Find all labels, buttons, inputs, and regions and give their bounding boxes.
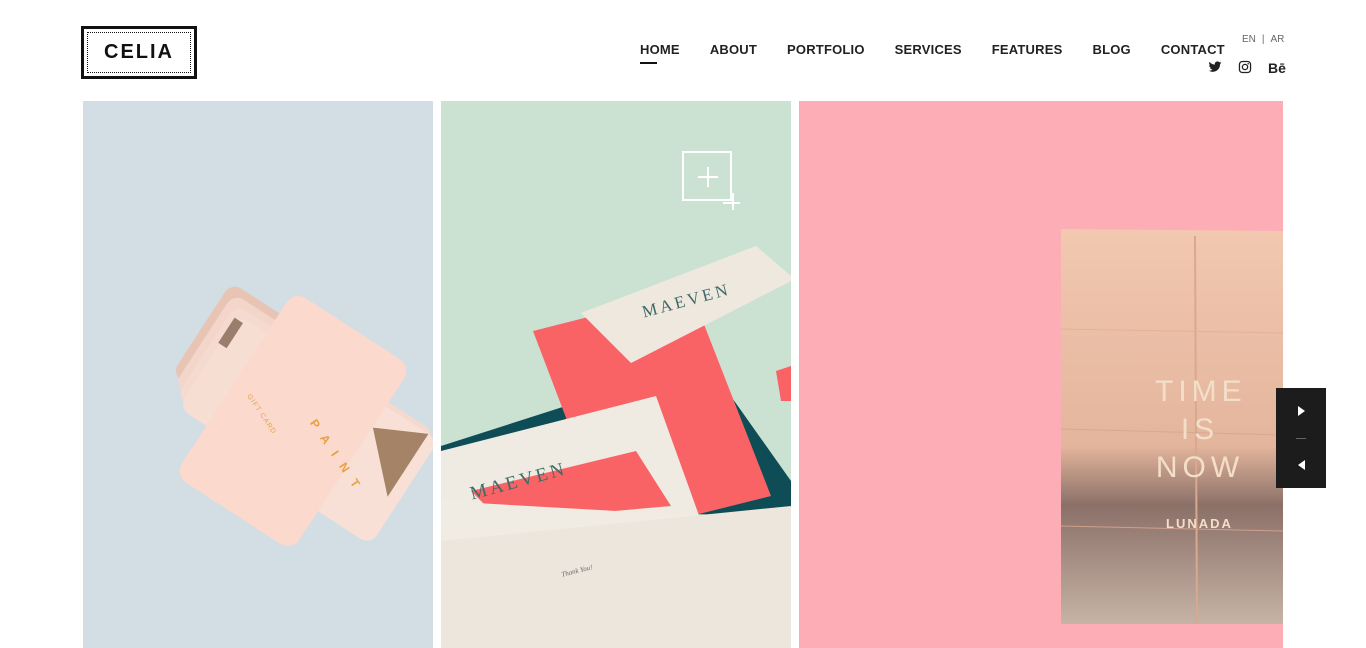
nav-about[interactable]: ABOUT <box>710 42 757 57</box>
poster-line-now: NOW <box>1155 451 1245 484</box>
maeven-image <box>441 246 791 648</box>
nav-contact[interactable]: CONTACT <box>1161 42 1225 57</box>
arrow-divider <box>1296 437 1306 439</box>
lang-separator: | <box>1261 34 1265 45</box>
nav-features[interactable]: FEATURES <box>992 42 1063 57</box>
gift-card-image <box>176 286 433 547</box>
poster-brand: LUNADA <box>1166 516 1233 531</box>
twitter-icon[interactable] <box>1208 60 1224 76</box>
poster-line-time: TIME <box>1155 375 1247 408</box>
slider-arrows <box>1276 388 1326 488</box>
prev-arrow-icon[interactable] <box>1297 460 1305 470</box>
logo-text: CELIA <box>104 41 174 63</box>
social-links: Bē <box>1208 60 1286 76</box>
plus-decoration-icon <box>723 193 743 213</box>
portfolio-item-maeven[interactable]: MAEVEN MAEVEN Thank You! <box>441 101 791 648</box>
site-logo[interactable]: CELIA <box>81 26 197 79</box>
main-nav: HOME ABOUT PORTFOLIO SERVICES FEATURES B… <box>640 42 1225 64</box>
behance-icon[interactable]: Bē <box>1268 60 1286 76</box>
instagram-icon[interactable] <box>1238 60 1254 76</box>
lang-ar[interactable]: AR <box>1271 34 1285 45</box>
nav-blog[interactable]: BLOG <box>1092 42 1130 57</box>
lang-en[interactable]: EN <box>1242 34 1256 45</box>
nav-services[interactable]: SERVICES <box>895 42 962 57</box>
portfolio-item-lunada[interactable]: TIME IS NOW LUNADA <box>799 101 1283 648</box>
nav-portfolio[interactable]: PORTFOLIO <box>787 42 865 57</box>
portfolio-item-gift-card[interactable]: GIFT CARD PAINT <box>83 101 433 648</box>
poster-headline: TIME IS NOW <box>1155 373 1245 487</box>
poster-line-is: IS <box>1180 413 1220 446</box>
next-arrow-icon[interactable] <box>1297 406 1305 416</box>
language-switcher: EN | AR <box>1242 34 1284 45</box>
nav-home[interactable]: HOME <box>640 42 680 64</box>
